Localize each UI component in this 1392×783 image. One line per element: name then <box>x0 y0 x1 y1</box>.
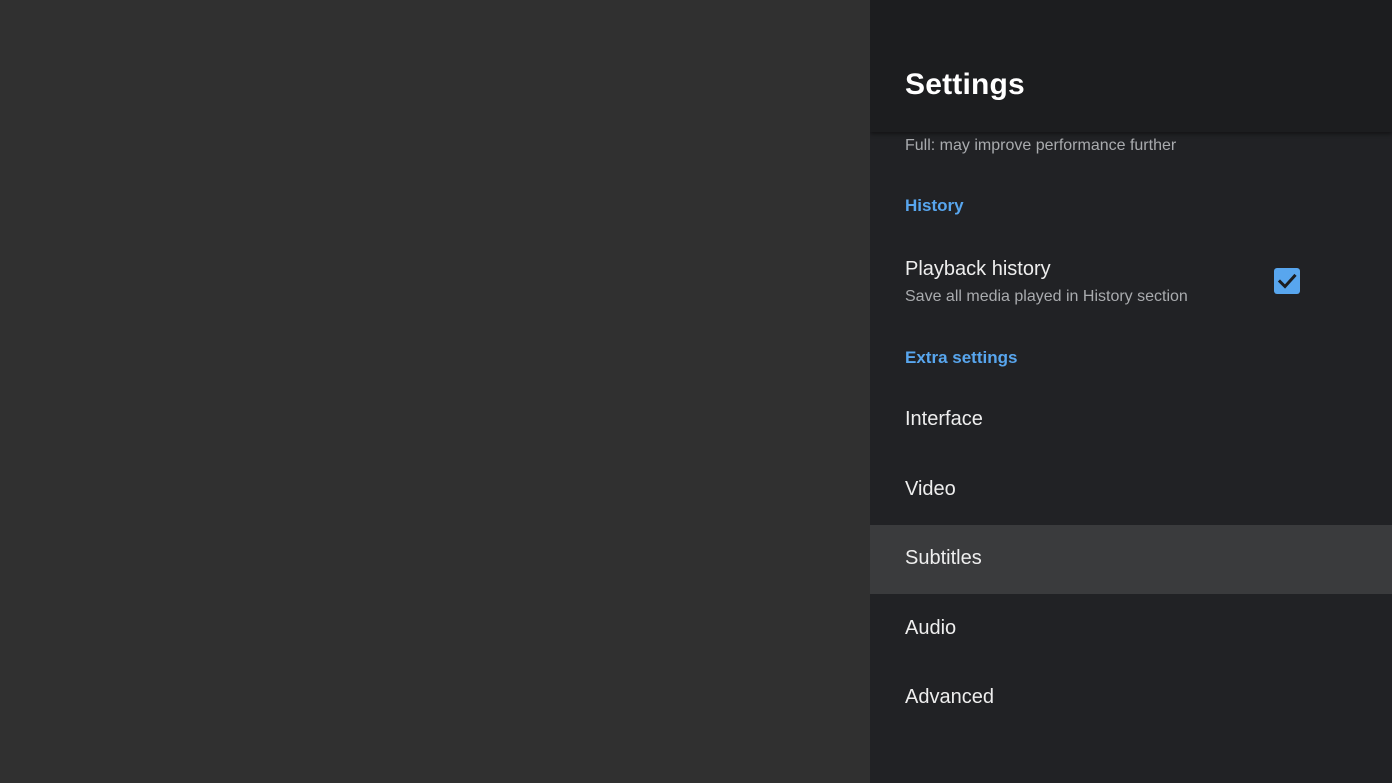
settings-item-label: Audio <box>905 617 957 639</box>
settings-item-advanced[interactable]: Advanced <box>870 664 1392 733</box>
check-icon <box>1277 273 1297 289</box>
settings-item-audio[interactable]: Audio <box>870 595 1392 664</box>
playback-history-preference[interactable]: Playback history Save all media played i… <box>870 240 1392 322</box>
settings-item-label: Subtitles <box>905 547 982 569</box>
settings-panel: Settings Full: may improve performance f… <box>870 0 1392 783</box>
playback-history-summary: Save all media played in History section <box>905 288 1188 305</box>
section-header-extra-settings: Extra settings <box>905 348 1018 367</box>
settings-item-video[interactable]: Video <box>870 456 1392 525</box>
settings-item-label: Video <box>905 478 956 500</box>
dimmed-backdrop[interactable] <box>0 0 870 783</box>
settings-item-label: Interface <box>905 408 983 430</box>
settings-header: Settings <box>870 0 1392 132</box>
section-header-history: History <box>905 196 964 215</box>
playback-history-checkbox[interactable] <box>1274 268 1300 294</box>
previous-preference-summary: Full: may improve performance further <box>905 137 1177 154</box>
settings-item-label: Advanced <box>905 686 994 708</box>
settings-item-interface[interactable]: Interface <box>870 386 1392 455</box>
settings-item-subtitles[interactable]: Subtitles <box>870 525 1392 594</box>
playback-history-title: Playback history <box>905 258 1051 280</box>
page-title: Settings <box>905 68 1025 101</box>
